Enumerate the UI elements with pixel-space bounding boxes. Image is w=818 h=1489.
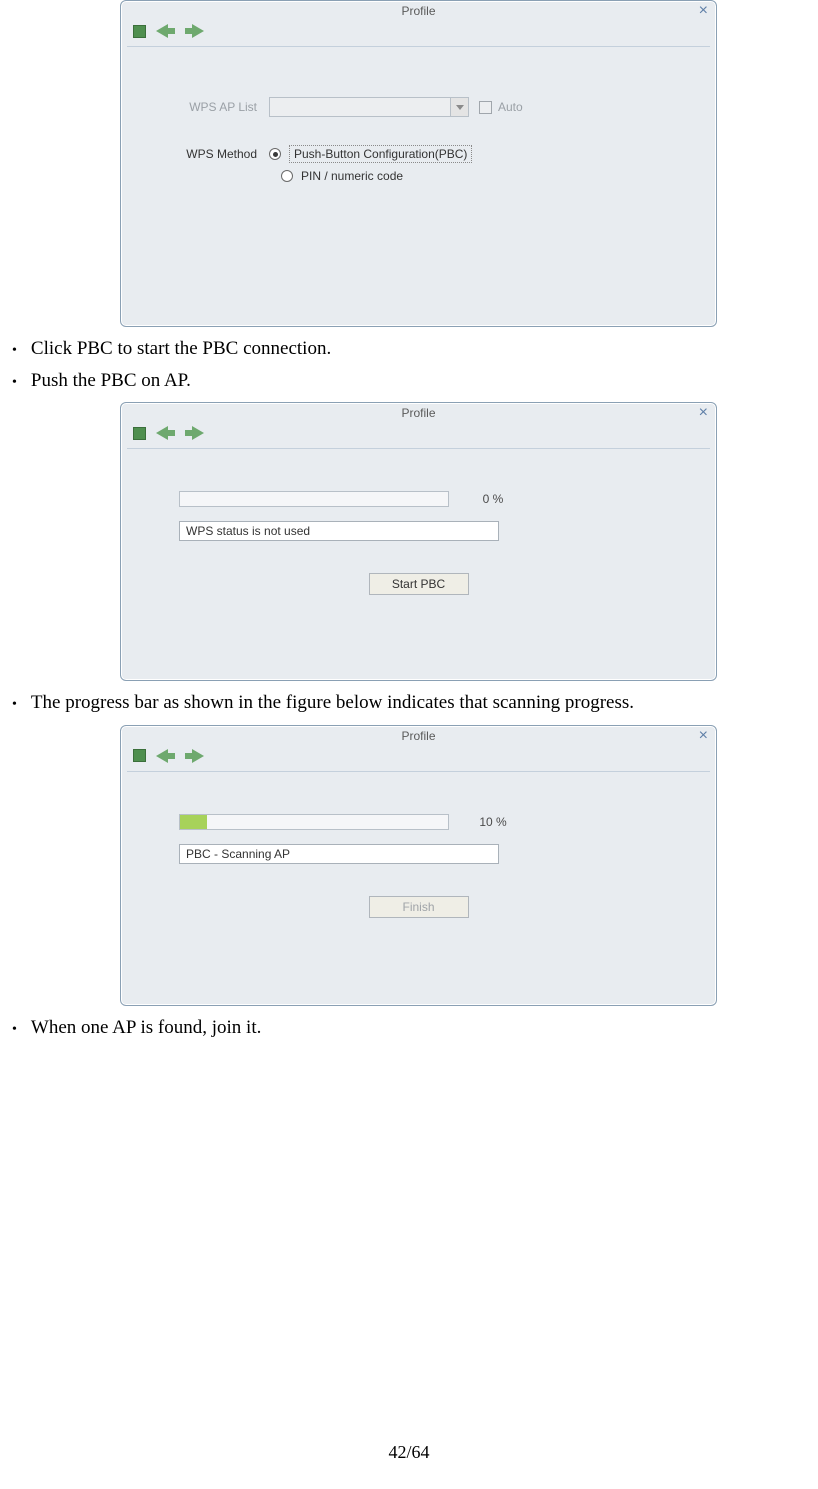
back-icon[interactable]	[156, 24, 175, 38]
list-item: The progress bar as shown in the figure …	[8, 689, 818, 717]
dialog-body: WPS AP List Auto WPS Method Push-Button …	[127, 46, 710, 226]
progress-percent: 10 %	[463, 815, 523, 829]
list-text: When one AP is found, join it.	[31, 1014, 261, 1042]
list-text: Click PBC to start the PBC connection.	[31, 335, 331, 363]
auto-label: Auto	[498, 100, 523, 114]
auto-checkbox[interactable]	[479, 101, 492, 114]
close-icon[interactable]: ×	[699, 3, 708, 19]
dialog-toolbar	[121, 422, 716, 448]
stop-icon[interactable]	[133, 427, 146, 440]
dialog-titlebar: Profile ×	[121, 403, 716, 422]
dialog-title: Profile	[401, 406, 435, 420]
radio-pbc[interactable]	[269, 148, 281, 160]
profile-dialog-1: Profile × WPS AP List Auto WPS Method Pu…	[120, 0, 717, 327]
start-pbc-button[interactable]: Start PBC	[369, 573, 469, 595]
close-icon[interactable]: ×	[699, 405, 708, 421]
dialog-title: Profile	[401, 729, 435, 743]
back-icon[interactable]	[156, 426, 175, 440]
progress-row: 10 %	[139, 814, 698, 830]
dialog-body: 10 % PBC - Scanning AP Finish	[127, 771, 710, 951]
dialog-toolbar	[121, 745, 716, 771]
instruction-list-1: Click PBC to start the PBC connection. P…	[8, 335, 818, 394]
progress-bar	[179, 491, 449, 507]
wps-method-label: WPS Method	[139, 147, 269, 161]
list-item: When one AP is found, join it.	[8, 1014, 818, 1042]
instruction-list-2: The progress bar as shown in the figure …	[8, 689, 818, 717]
dialog-title: Profile	[401, 4, 435, 18]
forward-icon[interactable]	[185, 426, 204, 440]
progress-bar	[179, 814, 449, 830]
wps-method-pin-row: PIN / numeric code	[281, 169, 698, 183]
wps-ap-list-combo[interactable]	[269, 97, 469, 117]
list-text: Push the PBC on AP.	[31, 367, 191, 395]
forward-icon[interactable]	[185, 749, 204, 763]
wps-ap-list-row: WPS AP List Auto	[139, 97, 698, 117]
dialog-body: 0 % WPS status is not used Start PBC	[127, 448, 710, 628]
dialog-toolbar	[121, 20, 716, 46]
option-pin-label: PIN / numeric code	[301, 169, 403, 183]
instruction-list-3: When one AP is found, join it.	[8, 1014, 818, 1042]
chevron-down-icon[interactable]	[450, 98, 468, 116]
page-number: 42/64	[0, 1442, 818, 1463]
status-text: PBC - Scanning AP	[179, 844, 499, 864]
profile-dialog-3: Profile × 10 % PBC - Scanning AP Finish	[120, 725, 717, 1006]
list-text: The progress bar as shown in the figure …	[31, 689, 634, 717]
wps-ap-list-label: WPS AP List	[139, 100, 269, 114]
progress-percent: 0 %	[463, 492, 523, 506]
forward-icon[interactable]	[185, 24, 204, 38]
radio-pin[interactable]	[281, 170, 293, 182]
status-text: WPS status is not used	[179, 521, 499, 541]
progress-row: 0 %	[139, 491, 698, 507]
option-pbc-label: Push-Button Configuration(PBC)	[289, 145, 472, 163]
profile-dialog-2: Profile × 0 % WPS status is not used Sta…	[120, 402, 717, 681]
wps-method-row: WPS Method Push-Button Configuration(PBC…	[139, 145, 698, 163]
list-item: Push the PBC on AP.	[8, 367, 818, 395]
dialog-titlebar: Profile ×	[121, 1, 716, 20]
close-icon[interactable]: ×	[699, 728, 708, 744]
dialog-titlebar: Profile ×	[121, 726, 716, 745]
stop-icon[interactable]	[133, 25, 146, 38]
stop-icon[interactable]	[133, 749, 146, 762]
progress-fill	[180, 815, 207, 829]
finish-button[interactable]: Finish	[369, 896, 469, 918]
back-icon[interactable]	[156, 749, 175, 763]
list-item: Click PBC to start the PBC connection.	[8, 335, 818, 363]
